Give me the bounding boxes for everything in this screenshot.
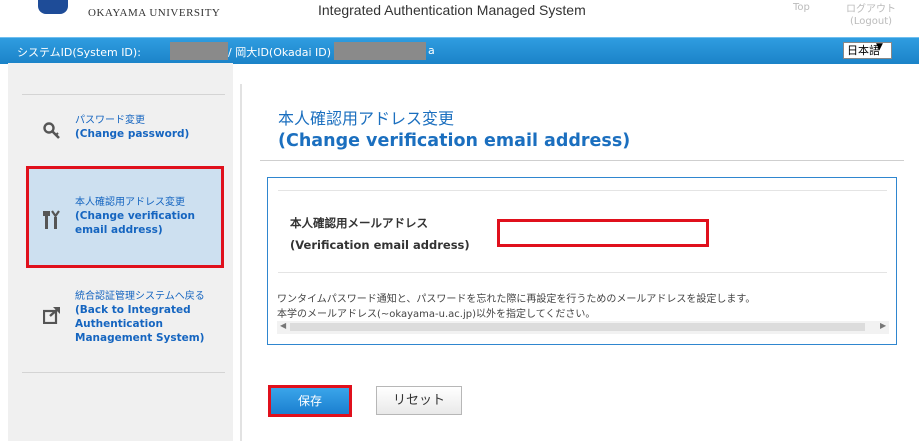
university-logo [38, 0, 68, 14]
sidebar-item-label-en: (Back to Integrated Authentication Manag… [75, 304, 205, 344]
sidebar-divider [240, 84, 242, 441]
redacted-system-id [170, 42, 228, 60]
scrollbar-thumb[interactable] [290, 323, 865, 331]
description-text: ワンタイムパスワード通知と、パスワードを忘れた際に再設定を行うためのメールアドレ… [277, 294, 756, 305]
panel-divider [278, 190, 887, 191]
logout-link-en[interactable]: (Logout) [850, 16, 892, 27]
sidebar-separator [22, 372, 225, 373]
save-button[interactable]: 保存 [268, 385, 352, 417]
language-select[interactable]: 日本語 [843, 42, 892, 59]
horizontal-scrollbar[interactable]: ◀ ▶ [277, 321, 889, 334]
system-title: Integrated Authentication Managed System [318, 2, 586, 18]
sidebar-separator [22, 94, 225, 95]
okadai-id-suffix: a [428, 44, 435, 57]
sidebar-item-label-en: (Change password) [75, 128, 190, 140]
reset-button[interactable]: リセット [376, 386, 462, 415]
sidebar-item-label-jp: 統合認証管理システムへ戻る [75, 291, 205, 302]
email-field-label-jp: 本人確認用メールアドレス [290, 216, 428, 230]
top-header: OKAYAMA UNIVERSITY Integrated Authentica… [0, 0, 919, 36]
okadai-id-label: / 岡大ID(Okadai ID) [228, 46, 332, 59]
sidebar-item-label-jp: パスワード変更 [75, 115, 145, 126]
description-text: 本学のメールアドレス(~okayama-u.ac.jp)以外を指定してください。 [277, 309, 596, 320]
logout-link-jp[interactable]: ログアウト [846, 0, 896, 15]
page-title-jp: 本人確認用アドレス変更 [278, 109, 455, 128]
external-link-icon [42, 306, 61, 329]
sidebar-item-change-password[interactable]: パスワード変更 (Change password) [25, 114, 225, 154]
sidebar-item-back-to-system[interactable]: 統合認証管理システムへ戻る (Back to Integrated Authen… [25, 290, 225, 352]
top-link[interactable]: Top [793, 2, 810, 13]
email-field-label-en: (Verification email address) [290, 238, 470, 252]
system-id-label: システムID(System ID): [17, 46, 141, 59]
page-title-en: (Change verification email address) [278, 131, 631, 151]
key-icon [43, 122, 61, 145]
scroll-left-icon[interactable]: ◀ [280, 321, 286, 330]
verification-email-input[interactable] [497, 219, 709, 247]
highlight-box [26, 166, 224, 268]
chevron-down-icon: ▼ [876, 42, 883, 52]
panel-divider [278, 272, 887, 273]
university-name: OKAYAMA UNIVERSITY [88, 7, 221, 19]
redacted-okadai-id [334, 42, 426, 60]
scroll-right-icon[interactable]: ▶ [880, 321, 886, 330]
title-divider [260, 160, 904, 161]
user-id-bar: システムID(System ID): / 岡大ID(Okadai ID) a 日… [0, 37, 919, 64]
